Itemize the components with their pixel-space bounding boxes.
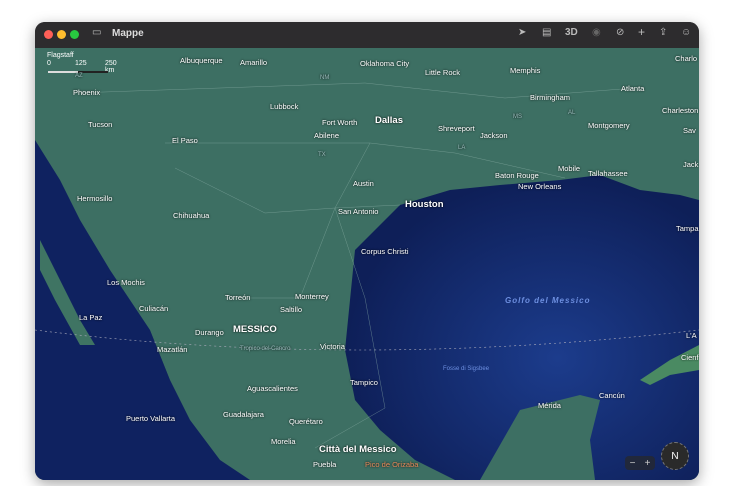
- map-label[interactable]: Sav: [683, 126, 696, 135]
- gulf-of-mexico: [345, 175, 699, 480]
- map-label[interactable]: Birmingham: [530, 93, 570, 102]
- map-label[interactable]: Victoria: [320, 342, 345, 351]
- map-view[interactable]: Flagstaff 0 125 250 km Albuquerque Amaril…: [35, 48, 699, 480]
- map-label[interactable]: Città del Messico: [319, 444, 397, 455]
- trench-label: Fosse di Sigsbee: [443, 366, 490, 372]
- maps-window: ▭ Mappe ➤ ▤ 3D ◉ ⊘ + ⇪ ☺ Flagstaff 0 125…: [35, 22, 699, 480]
- map-label[interactable]: La Paz: [79, 313, 102, 322]
- map-label[interactable]: Little Rock: [425, 68, 460, 77]
- map-label[interactable]: Baton Rouge: [495, 171, 539, 180]
- add-icon[interactable]: +: [638, 25, 645, 39]
- compass-button[interactable]: N: [661, 442, 689, 470]
- gulf-label: Golfo del Messico: [505, 296, 591, 305]
- zoom-out-button[interactable]: −: [630, 458, 636, 469]
- map-label[interactable]: New Orleans: [518, 182, 561, 191]
- zoom-control: − +: [625, 456, 655, 470]
- map-label[interactable]: Corpus Christi: [361, 247, 409, 256]
- map-label[interactable]: Shreveport: [438, 124, 475, 133]
- map-label[interactable]: Monterrey: [295, 292, 329, 301]
- map-label[interactable]: Houston: [405, 199, 444, 210]
- map-label[interactable]: Puebla: [313, 460, 336, 469]
- map-label[interactable]: Jack: [683, 160, 698, 169]
- map-label[interactable]: MESSICO: [233, 324, 277, 335]
- map-label[interactable]: Dallas: [375, 115, 403, 126]
- map-label[interactable]: Tucson: [88, 120, 112, 129]
- map-label[interactable]: TX: [318, 152, 326, 158]
- close-button[interactable]: [44, 30, 53, 39]
- map-label[interactable]: Torreón: [225, 293, 250, 302]
- window-title: Mappe: [112, 28, 144, 39]
- share-icon[interactable]: ⇪: [659, 27, 667, 38]
- map-label[interactable]: NM: [320, 75, 329, 81]
- map-label[interactable]: Culiacán: [139, 304, 168, 313]
- maximize-button[interactable]: [70, 30, 79, 39]
- map-label[interactable]: Memphis: [510, 66, 540, 75]
- map-label[interactable]: Jackson: [480, 131, 508, 140]
- map-label[interactable]: Tallahassee: [588, 169, 628, 178]
- map-label[interactable]: Guadalajara: [223, 410, 264, 419]
- map-label[interactable]: AL: [568, 110, 575, 116]
- map-label[interactable]: Querétaro: [289, 417, 323, 426]
- map-label[interactable]: Montgomery: [588, 121, 630, 130]
- map-label[interactable]: Morelia: [271, 437, 296, 446]
- map-label[interactable]: Durango: [195, 328, 224, 337]
- map-label[interactable]: Tampa: [676, 224, 699, 233]
- title-bar: ▭ Mappe ➤ ▤ 3D ◉ ⊘ + ⇪ ☺: [35, 22, 699, 49]
- map-label[interactable]: Aguascalientes: [247, 384, 298, 393]
- scale-zero: 0: [47, 60, 51, 67]
- map-label[interactable]: Pico de Orizaba: [365, 460, 418, 469]
- location-arrow-icon[interactable]: ➤: [518, 27, 526, 38]
- map-label[interactable]: Austin: [353, 179, 374, 188]
- zoom-in-button[interactable]: +: [645, 458, 651, 469]
- map-label[interactable]: Cienf: [681, 353, 699, 362]
- map-label[interactable]: MS: [513, 114, 522, 120]
- map-label[interactable]: San Antonio: [338, 207, 378, 216]
- map-label[interactable]: Lubbock: [270, 102, 298, 111]
- map-label[interactable]: Phoenix: [73, 88, 100, 97]
- map-label[interactable]: Mazatlán: [157, 345, 187, 354]
- tracking-icon[interactable]: ⊘: [616, 27, 624, 38]
- map-label[interactable]: LA: [458, 145, 465, 151]
- map-label[interactable]: Cancún: [599, 391, 625, 400]
- account-icon[interactable]: ☺: [681, 27, 691, 38]
- map-label[interactable]: Charleston: [662, 106, 698, 115]
- map-label[interactable]: Abilene: [314, 131, 339, 140]
- scale-near-city: Flagstaff: [47, 52, 74, 59]
- map-label[interactable]: Hermosillo: [77, 194, 112, 203]
- sidebar-toggle-icon[interactable]: ▭: [92, 27, 101, 38]
- map-label[interactable]: Fort Worth: [322, 118, 357, 127]
- scale-mid: 125: [75, 60, 87, 67]
- map-label[interactable]: Mobile: [558, 164, 580, 173]
- map-label[interactable]: Chihuahua: [173, 211, 209, 220]
- 3d-button[interactable]: 3D: [565, 27, 578, 38]
- map-label[interactable]: Tropico del Cancro: [240, 346, 290, 352]
- map-label[interactable]: L'A: [686, 331, 697, 340]
- map-label[interactable]: Tampico: [350, 378, 378, 387]
- map-label[interactable]: Albuquerque: [180, 56, 223, 65]
- map-label[interactable]: Atlanta: [621, 84, 644, 93]
- map-label[interactable]: El Paso: [172, 136, 198, 145]
- map-label[interactable]: Mérida: [538, 401, 561, 410]
- map-label[interactable]: Puerto Vallarta: [126, 414, 175, 423]
- map-mode-icon[interactable]: ▤: [542, 27, 551, 38]
- look-around-icon[interactable]: ◉: [592, 27, 601, 38]
- map-label[interactable]: Amarillo: [240, 58, 267, 67]
- minimize-button[interactable]: [57, 30, 66, 39]
- map-label[interactable]: Oklahoma City: [360, 59, 409, 68]
- map-label[interactable]: Charlo: [675, 54, 697, 63]
- map-label[interactable]: Saltillo: [280, 305, 302, 314]
- map-label[interactable]: AZ: [75, 73, 83, 79]
- map-label[interactable]: Los Mochis: [107, 278, 145, 287]
